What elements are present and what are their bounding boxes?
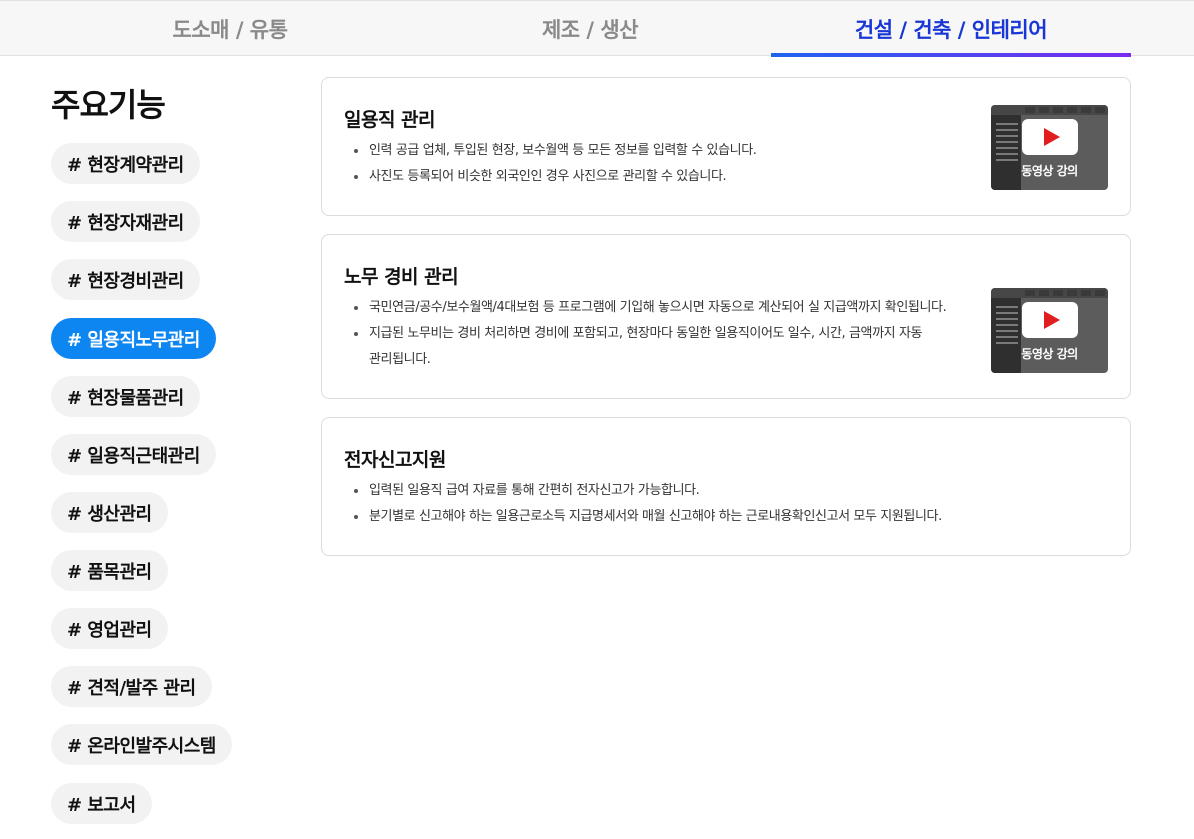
thumb-toolbar xyxy=(991,105,1108,115)
tab-construction-interior[interactable]: 건설 / 건축 / 인테리어 xyxy=(771,1,1131,57)
play-icon xyxy=(1022,302,1078,338)
feature-item-site-goods[interactable]: # 현장물품관리 xyxy=(51,376,200,417)
card-bullet: 국민연금/공수/보수월액/4대보험 등 프로그램에 기입해 놓으시면 자동으로 … xyxy=(352,295,947,321)
card-bullet: 입력된 일용직 급여 자료를 통해 간편히 전자신고가 가능합니다. xyxy=(352,478,942,504)
feature-item-online-order[interactable]: # 온라인발주시스템 xyxy=(51,724,232,765)
video-lecture-thumbnail[interactable]: 동영상 강의 xyxy=(991,288,1108,373)
industry-tabs: 도소매 / 유통 제조 / 생산 건설 / 건축 / 인테리어 xyxy=(0,0,1194,57)
card-bullets: 국민연금/공수/보수월액/4대보험 등 프로그램에 기입해 놓으시면 자동으로 … xyxy=(352,295,947,373)
card-bullet: 사진도 등록되어 비슷한 외국인인 경우 사진으로 관리할 수 있습니다. xyxy=(352,164,757,190)
card-bullets: 인력 공급 업체, 투입된 현장, 보수월액 등 모든 정보를 입력할 수 있습… xyxy=(352,138,757,190)
card-title: 일용직 관리 xyxy=(344,109,436,131)
tab-manufacturing-production[interactable]: 제조 / 생산 xyxy=(410,1,770,56)
video-lecture-thumbnail[interactable]: 동영상 강의 xyxy=(991,105,1108,190)
video-label: 동영상 강의 xyxy=(1021,164,1078,178)
feature-item-site-contract[interactable]: # 현장계약관리 xyxy=(51,143,200,184)
card-bullets: 입력된 일용직 급여 자료를 통해 간편히 전자신고가 가능합니다. 분기별로 … xyxy=(352,478,942,530)
card-bullet: 인력 공급 업체, 투입된 현장, 보수월액 등 모든 정보를 입력할 수 있습… xyxy=(352,138,757,164)
feature-item-sales[interactable]: # 영업관리 xyxy=(51,608,168,649)
section-title: 주요기능 xyxy=(51,86,166,124)
video-label: 동영상 강의 xyxy=(1021,347,1078,361)
card-title: 전자신고지원 xyxy=(344,449,446,471)
feature-item-site-expense[interactable]: # 현장경비관리 xyxy=(51,259,200,300)
feature-item-products[interactable]: # 품목관리 xyxy=(51,550,168,591)
feature-card-e-filing: 전자신고지원 입력된 일용직 급여 자료를 통해 간편히 전자신고가 가능합니다… xyxy=(321,417,1131,556)
feature-item-daily-labor[interactable]: # 일용직노무관리 xyxy=(51,318,216,359)
feature-card-daily-worker: 일용직 관리 인력 공급 업체, 투입된 현장, 보수월액 등 모든 정보를 입… xyxy=(321,77,1131,216)
play-icon xyxy=(1022,119,1078,155)
feature-item-daily-attendance[interactable]: # 일용직근태관리 xyxy=(51,434,216,475)
card-bullet: 분기별로 신고해야 하는 일용근로소득 지급명세서와 매월 신고해야 하는 근로… xyxy=(352,504,942,530)
feature-item-quote-order[interactable]: # 견적/발주 관리 xyxy=(51,666,212,707)
feature-item-site-material[interactable]: # 현장자재관리 xyxy=(51,201,200,242)
card-bullet-continuation: 관리됩니다. xyxy=(369,352,431,367)
thumb-toolbar xyxy=(991,288,1108,298)
feature-item-report[interactable]: # 보고서 xyxy=(51,783,152,824)
feature-card-labor-expense: 노무 경비 관리 국민연금/공수/보수월액/4대보험 등 프로그램에 기입해 놓… xyxy=(321,234,1131,399)
feature-item-production[interactable]: # 생산관리 xyxy=(51,492,168,533)
card-title: 노무 경비 관리 xyxy=(344,266,459,288)
card-bullet: 지급된 노무비는 경비 처리하면 경비에 포함되고, 현장마다 동일한 일용직이… xyxy=(352,321,946,347)
tab-retail-distribution[interactable]: 도소매 / 유통 xyxy=(50,1,410,56)
